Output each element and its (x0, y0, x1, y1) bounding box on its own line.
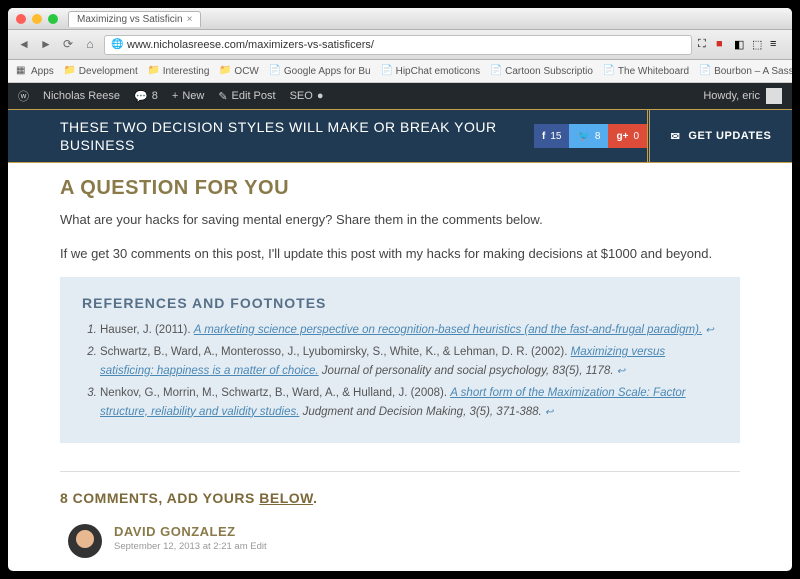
url-input[interactable]: 🌐 www.nicholasreese.com/maximizers-vs-sa… (104, 35, 692, 55)
tab-title: Maximizing vs Satisficin (77, 14, 183, 25)
wp-seo-link[interactable]: SEO ● (290, 90, 324, 102)
wp-avatar[interactable] (766, 88, 782, 104)
globe-icon: 🌐 (111, 39, 123, 51)
reference-item: Hauser, J. (2011). A marketing science p… (100, 321, 718, 339)
bookmark-folder[interactable]: 📁Interesting (148, 65, 210, 77)
back-button[interactable]: ◄ (16, 37, 32, 53)
paragraph: If we get 30 comments on this post, I'll… (60, 244, 740, 264)
ext-lastpass-icon[interactable]: ■ (716, 38, 730, 52)
close-tab-icon[interactable]: × (187, 14, 193, 25)
forward-button[interactable]: ► (38, 37, 54, 53)
bookmark-link[interactable]: 📄HipChat emoticons (381, 65, 480, 77)
references-box: REFERENCES AND FOOTNOTES Hauser, J. (201… (60, 277, 740, 443)
chrome-menu-icon[interactable]: ≡ (770, 38, 784, 52)
comments-section: 8 COMMENTS, ADD YOURS BELOW. DAVID GONZA… (60, 471, 740, 558)
comment-item: DAVID GONZALEZ September 12, 2013 at 2:2… (60, 524, 740, 558)
main-content: A QUESTION FOR YOU What are your hacks f… (8, 163, 792, 571)
wp-howdy[interactable]: Howdy, eric (703, 90, 760, 102)
ext-pocket-icon[interactable]: ⛶ (698, 38, 712, 52)
reference-link[interactable]: A marketing science perspective on recog… (194, 324, 702, 336)
wp-new-link[interactable]: + New (172, 90, 204, 102)
home-button[interactable]: ⌂ (82, 37, 98, 53)
browser-window: Maximizing vs Satisficin × ◄ ► ⟳ ⌂ 🌐 www… (8, 8, 792, 571)
return-icon[interactable]: ↩ (617, 366, 625, 377)
wp-site-link[interactable]: Nicholas Reese (43, 90, 120, 102)
address-bar: ◄ ► ⟳ ⌂ 🌐 www.nicholasreese.com/maximize… (8, 30, 792, 60)
close-window-button[interactable] (16, 14, 26, 24)
section-heading: A QUESTION FOR YOU (60, 177, 740, 200)
comment-avatar (68, 524, 102, 558)
comment-meta[interactable]: September 12, 2013 at 2:21 am Edit (114, 541, 267, 552)
browser-tab[interactable]: Maximizing vs Satisficin × (68, 11, 201, 27)
reference-item: Nenkov, G., Morrin, M., Schwartz, B., Wa… (100, 384, 718, 421)
site-header: THESE TWO DECISION STYLES WILL MAKE OR B… (8, 109, 792, 163)
ext-icon[interactable]: ⬚ (752, 38, 766, 52)
wp-edit-link[interactable]: ✎ Edit Post (218, 90, 275, 103)
references-heading: REFERENCES AND FOOTNOTES (82, 295, 718, 311)
twitter-share-button[interactable]: 🐦8 (569, 124, 608, 148)
googleplus-share-button[interactable]: g+0 (608, 124, 647, 148)
bookmarks-bar: ▦Apps 📁Development 📁Interesting 📁OCW 📄Go… (8, 60, 792, 83)
social-buttons: f15 🐦8 g+0 (534, 124, 647, 148)
page-title: THESE TWO DECISION STYLES WILL MAKE OR B… (60, 118, 534, 154)
paragraph: What are your hacks for saving mental en… (60, 210, 740, 230)
wp-logo-icon[interactable]: ⓦ (18, 88, 29, 104)
bookmark-link[interactable]: 📄Bourbon – A Sass M (699, 65, 792, 77)
comments-heading: 8 COMMENTS, ADD YOURS BELOW. (60, 490, 740, 506)
wordpress-admin-bar: ⓦ Nicholas Reese 💬 8 + New ✎ Edit Post S… (8, 83, 792, 109)
reload-button[interactable]: ⟳ (60, 37, 76, 53)
bookmark-link[interactable]: 📄Cartoon Subscriptio (490, 65, 593, 77)
bookmark-link[interactable]: 📄Google Apps for Bu (269, 65, 371, 77)
get-updates-button[interactable]: ✉ GET UPDATES (647, 110, 792, 162)
facebook-share-button[interactable]: f15 (534, 124, 569, 148)
reference-item: Schwartz, B., Ward, A., Monterosso, J., … (100, 343, 718, 380)
ext-icon[interactable]: ◧ (734, 38, 748, 52)
envelope-icon: ✉ (671, 130, 681, 143)
apps-bookmark[interactable]: ▦Apps (16, 65, 54, 77)
minimize-window-button[interactable] (32, 14, 42, 24)
return-icon[interactable]: ↩ (705, 325, 713, 336)
bookmark-link[interactable]: 📄The Whiteboard (603, 65, 689, 77)
url-text: www.nicholasreese.com/maximizers-vs-sati… (127, 39, 374, 51)
return-icon[interactable]: ↩ (545, 407, 553, 418)
bookmark-folder[interactable]: 📁OCW (219, 65, 258, 77)
extension-icons: ⛶ ■ ◧ ⬚ ≡ (698, 38, 784, 52)
wp-comments-link[interactable]: 💬 8 (134, 90, 158, 103)
titlebar: Maximizing vs Satisficin × (8, 8, 792, 30)
comment-author[interactable]: DAVID GONZALEZ (114, 524, 267, 539)
bookmark-folder[interactable]: 📁Development (64, 65, 138, 77)
zoom-window-button[interactable] (48, 14, 58, 24)
